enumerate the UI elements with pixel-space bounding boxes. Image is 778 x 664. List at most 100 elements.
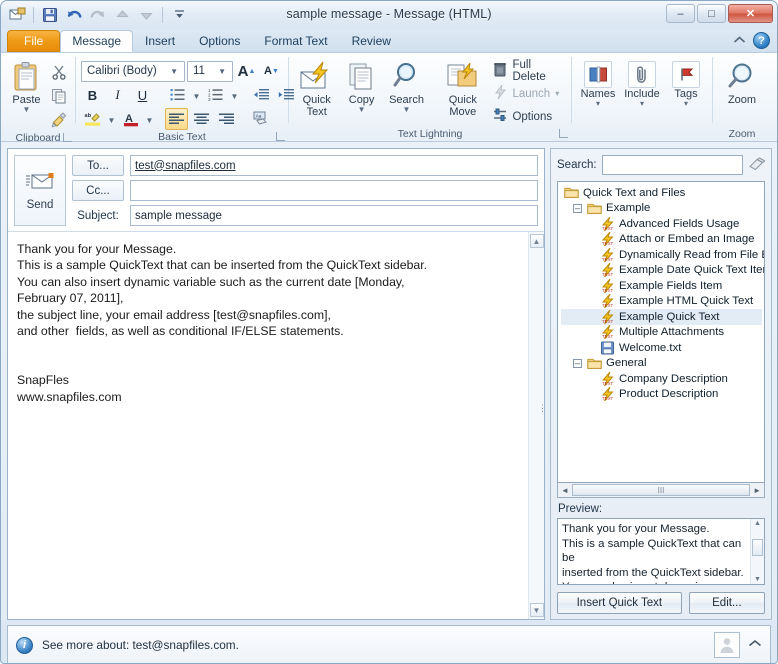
clipboard-dialog-launcher-icon[interactable] xyxy=(63,133,72,142)
align-left-icon[interactable] xyxy=(165,108,188,130)
numbered-list-icon[interactable]: 1 2 3 xyxy=(204,84,227,106)
include-caret-icon[interactable]: ▾ xyxy=(640,100,644,108)
chevron-down-icon-2[interactable]: ▼ xyxy=(214,67,230,76)
body-scrollbar[interactable]: ▲ ▼ xyxy=(528,232,544,619)
chevron-up-icon-status[interactable] xyxy=(748,639,762,651)
tree-folder-example-label: Example xyxy=(606,202,651,215)
help-button[interactable]: ? xyxy=(753,32,770,49)
format-painter-icon[interactable] xyxy=(47,109,70,131)
chevron-up-icon[interactable] xyxy=(733,34,746,48)
shrink-font-button[interactable]: A ▼ xyxy=(260,60,283,82)
tree-item-company-description[interactable]: TEXT Company Description xyxy=(561,371,762,387)
search-input[interactable] xyxy=(601,155,743,175)
copy-button[interactable]: Copy ▼ xyxy=(340,57,383,114)
hscroll-right-arrow[interactable]: ► xyxy=(751,486,763,495)
send-button[interactable]: Send xyxy=(14,155,66,226)
include-button[interactable]: Include ▾ xyxy=(621,57,663,108)
tab-options[interactable]: Options xyxy=(187,30,252,52)
clear-formatting-icon[interactable]: Aa xyxy=(250,108,273,130)
preview-scroll-down[interactable]: ▼ xyxy=(754,576,761,583)
quick-move-button[interactable]: Quick Move xyxy=(440,57,485,118)
copy-icon[interactable] xyxy=(47,85,70,107)
tab-message[interactable]: Message xyxy=(60,30,134,52)
basic-text-dialog-launcher-icon[interactable] xyxy=(276,132,285,141)
bold-button[interactable]: B xyxy=(81,84,104,106)
subject-input[interactable]: sample message xyxy=(130,205,538,226)
font-color-caret-icon[interactable]: ▼ xyxy=(144,108,155,130)
to-button[interactable]: To... xyxy=(72,155,124,176)
tree-item-dynamically-read-from-file[interactable]: TEXT Dynamically Read from File Exam xyxy=(561,247,764,263)
options-button[interactable]: Options xyxy=(490,106,566,127)
search-caret-icon[interactable]: ▼ xyxy=(403,106,411,114)
to-input[interactable]: test@snapfiles.com xyxy=(130,155,538,176)
tree-item-example-html-quick-text[interactable]: TEXT Example HTML Quick Text xyxy=(561,294,762,310)
preview-scroll-thumb[interactable] xyxy=(752,539,763,556)
tree-folder-general[interactable]: – General xyxy=(561,356,762,372)
quicktext-tree[interactable]: Quick Text and Files – Example TEXT Adva… xyxy=(557,181,765,483)
tags-button[interactable]: Tags ▾ xyxy=(665,57,707,108)
collapse-toggle-icon[interactable]: – xyxy=(573,203,582,213)
tree-item-example-quick-text[interactable]: TEXT Example Quick Text xyxy=(561,309,762,325)
copy-caret-icon[interactable]: ▼ xyxy=(358,106,366,114)
chevron-down-icon[interactable]: ▼ xyxy=(166,67,182,76)
tab-insert[interactable]: Insert xyxy=(133,30,187,52)
paste-caret-icon[interactable]: ▼ xyxy=(23,106,31,114)
text-highlight-icon[interactable]: ab xyxy=(81,108,104,130)
edit-button[interactable]: Edit... xyxy=(688,592,765,614)
insert-quick-text-button[interactable]: Insert Quick Text xyxy=(557,592,682,614)
scroll-up-button[interactable]: ▲ xyxy=(529,234,544,248)
tags-caret-icon[interactable]: ▾ xyxy=(684,100,688,108)
font-size-combo[interactable]: 11 ▼ xyxy=(187,60,233,82)
tree-item-example-date-quick-text-item[interactable]: TEXT Example Date Quick Text Item xyxy=(561,263,764,279)
tab-format-text[interactable]: Format Text xyxy=(252,30,339,52)
tab-file[interactable]: File xyxy=(7,30,61,52)
maximize-button[interactable]: □ xyxy=(697,4,726,23)
close-button[interactable]: ✕ xyxy=(728,4,773,23)
splitter-grip[interactable]: ⋮ xyxy=(538,404,547,413)
tree-item-multiple-attachments[interactable]: TEXT Multiple Attachments xyxy=(561,325,762,341)
zoom-button[interactable]: Zoom xyxy=(718,57,766,106)
preview-scrollbar[interactable]: ▲ ▼ xyxy=(750,519,764,584)
cc-input[interactable] xyxy=(130,180,538,201)
tree-item-example-fields-item[interactable]: TEXT Example Fields Item xyxy=(561,278,762,294)
message-body[interactable]: Thank you for your Message. This is a sa… xyxy=(8,232,528,619)
cc-button[interactable]: Cc... xyxy=(72,180,124,201)
tree-root-node[interactable]: Quick Text and Files xyxy=(561,185,762,201)
collapse-toggle-icon-2[interactable]: – xyxy=(573,358,582,368)
names-caret-icon[interactable]: ▾ xyxy=(596,100,600,108)
text-lightning-dialog-launcher-icon[interactable] xyxy=(559,129,568,138)
cut-icon[interactable] xyxy=(47,61,70,83)
decrease-indent-icon[interactable] xyxy=(250,84,273,106)
bullet-list-caret-icon[interactable]: ▼ xyxy=(191,84,202,106)
font-name-combo[interactable]: Calibri (Body) ▼ xyxy=(81,60,185,82)
search-button[interactable]: Search ▼ xyxy=(384,57,429,114)
hscroll-left-arrow[interactable]: ◄ xyxy=(559,486,571,495)
tree-horizontal-scrollbar[interactable]: ◄ III ► xyxy=(557,483,765,498)
highlight-caret-icon[interactable]: ▼ xyxy=(106,108,117,130)
names-button[interactable]: Names ▾ xyxy=(577,57,619,108)
tree-item-attach-or-embed-an-image[interactable]: TEXT Attach or Embed an Image xyxy=(561,232,762,248)
minimize-button[interactable]: – xyxy=(666,4,695,23)
tab-review[interactable]: Review xyxy=(340,30,403,52)
tree-item-advanced-fields-usage[interactable]: TEXT Advanced Fields Usage xyxy=(561,216,762,232)
underline-button[interactable]: U xyxy=(131,84,154,106)
tree-item-welcome-txt[interactable]: Welcome.txt xyxy=(561,340,762,356)
bullet-list-icon[interactable] xyxy=(166,84,189,106)
tree-folder-example[interactable]: – Example xyxy=(561,201,762,217)
tree-item-product-description[interactable]: TEXT Product Description xyxy=(561,387,762,403)
align-center-icon[interactable] xyxy=(190,108,213,130)
align-right-icon[interactable] xyxy=(215,108,238,130)
numbered-list-caret-icon[interactable]: ▼ xyxy=(229,84,240,106)
contact-avatar-icon[interactable] xyxy=(714,632,740,658)
eraser-icon[interactable] xyxy=(748,156,767,174)
quick-text-button[interactable]: Quick Text xyxy=(294,57,339,118)
paste-button[interactable]: Paste ▼ xyxy=(6,57,47,114)
zoom-group-label-text: Zoom xyxy=(728,128,756,140)
font-color-icon[interactable]: A xyxy=(119,108,142,130)
grow-font-button[interactable]: A ▲ xyxy=(235,60,258,82)
full-delete-button[interactable]: Full Delete xyxy=(490,59,566,83)
italic-button[interactable]: I xyxy=(106,84,129,106)
scroll-down-button[interactable]: ▼ xyxy=(529,603,544,617)
hscroll-thumb[interactable]: III xyxy=(571,484,751,496)
preview-scroll-up[interactable]: ▲ xyxy=(754,520,761,527)
